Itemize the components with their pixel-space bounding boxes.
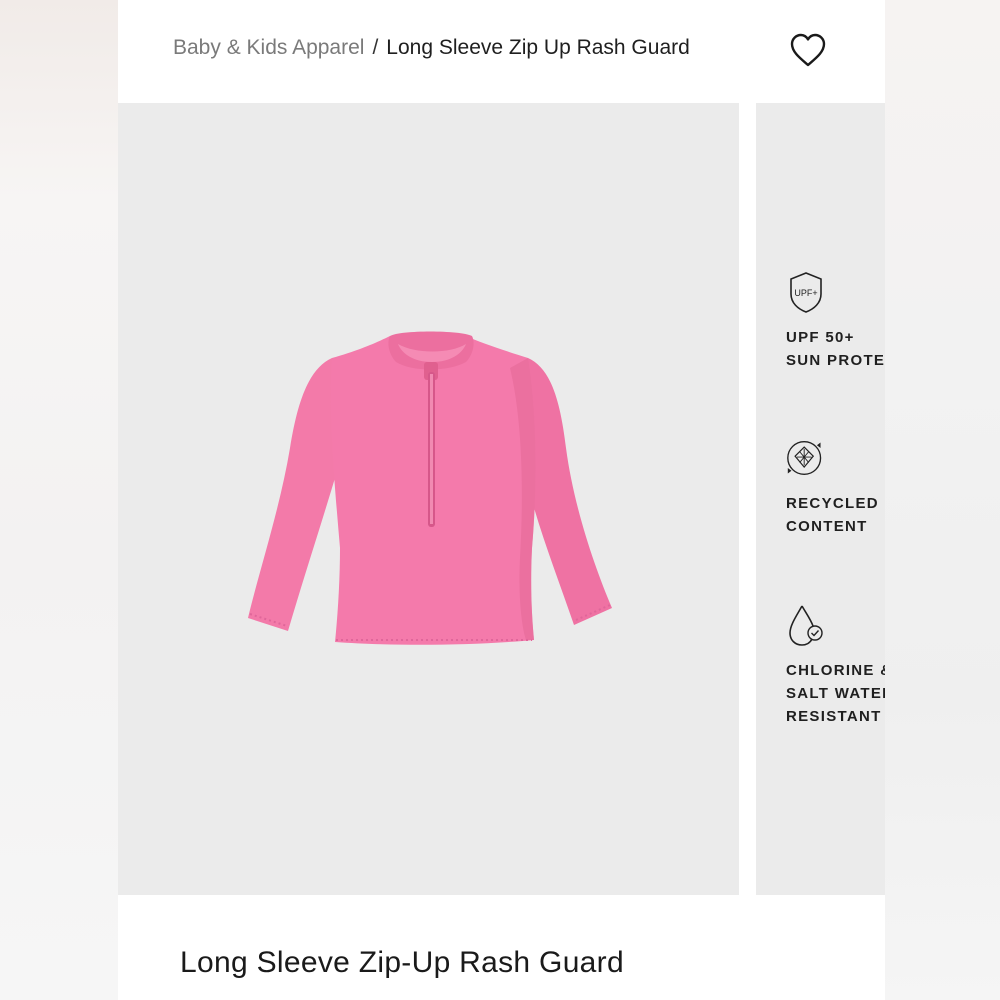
upf-badge-text: UPF+ <box>794 288 817 298</box>
breadcrumb-current: Long Sleeve Zip Up Rash Guard <box>386 36 690 59</box>
breadcrumb-parent-link[interactable]: Baby & Kids Apparel <box>173 36 364 59</box>
heart-icon <box>790 33 826 67</box>
rash-guard-shirt-image <box>248 331 612 645</box>
water-drop-check-icon <box>789 605 823 646</box>
product-title: Long Sleeve Zip-Up Rash Guard <box>180 946 624 979</box>
feature-chlorine-resistant: CHLORINE & SALT WATER RESISTANT <box>786 603 885 728</box>
recycle-icon <box>787 440 822 476</box>
upf-shield-icon: UPF+ <box>790 272 822 313</box>
right-background <box>885 0 1000 1000</box>
feature-recycled-line-1: RECYCLED <box>786 495 879 512</box>
left-background <box>0 0 118 1000</box>
feature-chlorine-line-3: RESISTANT <box>786 708 882 725</box>
product-features-panel[interactable]: UPF+ UPF 50+ SUN PROTEC RECYCLED CONTENT <box>756 103 885 895</box>
breadcrumb-separator: / <box>372 36 379 59</box>
product-page: Baby & Kids Apparel / Long Sleeve Zip Up R… <box>118 0 885 1000</box>
feature-upf-line-2: SUN PROTEC <box>786 352 885 369</box>
feature-recycled: RECYCLED CONTENT <box>786 436 879 538</box>
wishlist-button[interactable] <box>788 31 828 71</box>
feature-chlorine-line-2: SALT WATER <box>786 685 885 702</box>
breadcrumb: Baby & Kids Apparel / Long Sleeve Zip Up R… <box>173 36 690 60</box>
feature-chlorine-line-1: CHLORINE & <box>786 662 885 679</box>
feature-recycled-line-2: CONTENT <box>786 518 868 535</box>
feature-upf: UPF+ UPF 50+ SUN PROTEC <box>786 270 885 372</box>
product-main-image[interactable] <box>118 103 739 895</box>
feature-upf-line-1: UPF 50+ <box>786 329 855 346</box>
top-bar: Baby & Kids Apparel / Long Sleeve Zip Up R… <box>118 0 885 103</box>
